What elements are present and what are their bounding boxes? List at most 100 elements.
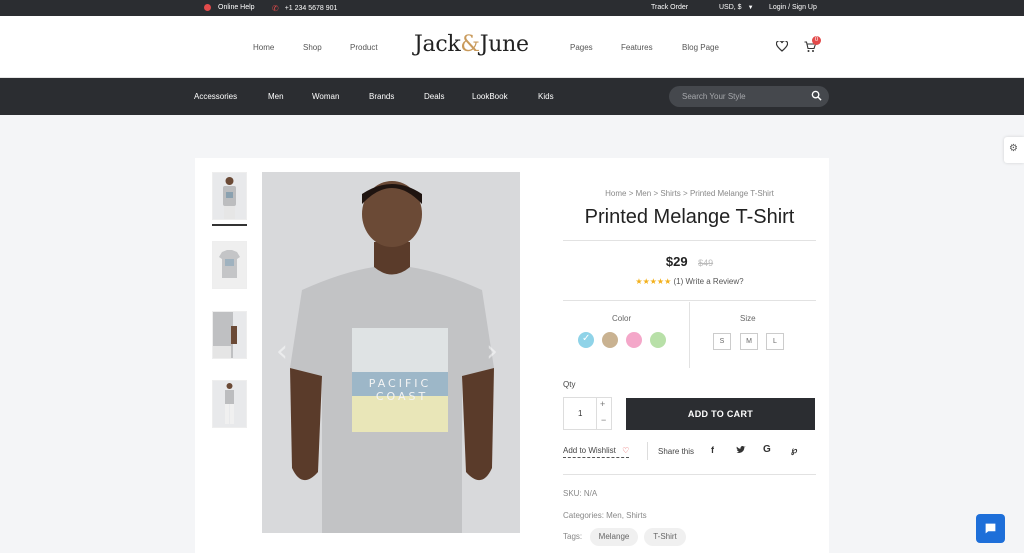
breadcrumb-sep-1: > — [628, 189, 636, 198]
login-link[interactable]: Login / Sign Up — [769, 4, 817, 11]
star-rating-icon: ★★★★★ — [635, 277, 672, 286]
cat-accessories[interactable]: Accessories — [194, 92, 237, 101]
cat-men[interactable]: Men — [268, 92, 284, 101]
qty-label: Qty — [563, 380, 576, 389]
review-count: (1) — [673, 277, 684, 286]
title-divider — [563, 240, 816, 241]
qty-increase-button[interactable]: + — [600, 399, 605, 409]
online-help-link[interactable]: Online Help — [204, 4, 255, 11]
size-option-m[interactable]: M — [740, 333, 758, 350]
help-icon — [204, 4, 211, 11]
cart-count-badge: 0 — [812, 36, 821, 45]
nav-shop[interactable]: Shop — [303, 43, 322, 52]
color-label: Color — [612, 314, 632, 323]
phone-label: +1 234 5678 901 — [284, 5, 338, 12]
top-bar: Online Help ✆ +1 234 5678 901 Track Orde… — [0, 0, 1024, 16]
chevron-down-icon: ▼ — [747, 4, 754, 11]
breadcrumb-shirts[interactable]: Shirts — [660, 189, 680, 198]
qty-value[interactable]: 1 — [578, 409, 582, 418]
search-input[interactable]: Search Your Style — [669, 86, 829, 107]
main-header: Home Shop Product Jack&June Pages Featur… — [0, 16, 1024, 78]
current-price: $29 — [665, 254, 688, 269]
product-main-image[interactable]: PACIFIC COAST ‹ › — [262, 172, 520, 533]
share-label: Share this — [658, 447, 695, 456]
nav-features[interactable]: Features — [621, 43, 653, 52]
add-to-cart-button[interactable]: ADD TO CART — [626, 398, 815, 430]
pinterest-icon[interactable]: ℘ — [791, 445, 797, 456]
rating-divider — [563, 300, 816, 301]
next-image-arrow[interactable]: › — [486, 334, 498, 369]
chat-button[interactable] — [976, 514, 1005, 543]
size-option-s[interactable]: S — [713, 333, 731, 350]
rating-row: ★★★★★ (1) Write a Review? — [563, 277, 816, 286]
cat-brands[interactable]: Brands — [369, 92, 394, 101]
nav-blog[interactable]: Blog Page — [682, 43, 719, 52]
tag-melange[interactable]: Melange — [590, 528, 638, 546]
twitter-icon[interactable] — [736, 445, 746, 454]
logo-amp: & — [460, 32, 480, 57]
wishlist-label: Add to Wishlist — [563, 446, 616, 455]
share-divider — [647, 442, 648, 460]
sku-text: SKU: N/A — [563, 489, 598, 498]
color-swatch-tan[interactable] — [602, 332, 618, 348]
site-logo[interactable]: Jack&June — [414, 32, 529, 57]
qty-decrease-button[interactable]: − — [601, 415, 606, 425]
tag-tshirt[interactable]: T-Shirt — [644, 528, 686, 546]
prev-image-arrow[interactable]: ‹ — [276, 334, 288, 369]
currency-label: USD, $ — [719, 4, 742, 11]
thumbnail-1[interactable] — [212, 172, 247, 220]
old-price: $49 — [698, 258, 714, 268]
track-order-link[interactable]: Track Order — [651, 4, 688, 11]
breadcrumb-men[interactable]: Men — [636, 189, 652, 198]
thumbnail-4[interactable] — [212, 380, 247, 428]
nav-product[interactable]: Product — [350, 43, 378, 52]
color-swatch-pink[interactable] — [626, 332, 642, 348]
gear-icon: ⚙ — [1009, 143, 1018, 154]
quantity-stepper: 1 + − — [563, 397, 612, 430]
heart-outline-icon: ♡ — [622, 446, 630, 455]
qty-divider — [596, 398, 597, 429]
heart-icon[interactable] — [776, 41, 788, 52]
search-placeholder: Search Your Style — [682, 92, 746, 101]
shirt-print-text-2: COAST — [376, 390, 428, 403]
size-label: Size — [740, 314, 756, 323]
color-swatch-blue[interactable]: ✓ — [578, 332, 594, 348]
size-option-l[interactable]: L — [766, 333, 784, 350]
breadcrumb-home[interactable]: Home — [605, 189, 626, 198]
google-icon[interactable]: G — [763, 444, 771, 455]
settings-tab[interactable]: ⚙ — [1004, 137, 1024, 163]
tags-label: Tags: — [563, 532, 583, 541]
model-photo: PACIFIC COAST — [262, 172, 520, 533]
price-block: $29 $49 — [563, 253, 816, 271]
facebook-icon[interactable]: f — [711, 445, 714, 455]
currency-select[interactable]: USD, $ ▼ — [719, 4, 754, 11]
color-swatch-green[interactable] — [650, 332, 666, 348]
category-bar: Accessories Men Woman Brands Deals LookB… — [0, 78, 1024, 115]
write-review-link[interactable]: Write a Review? — [686, 277, 744, 286]
cat-woman[interactable]: Woman — [312, 92, 339, 101]
thumbnail-3[interactable] — [212, 311, 247, 359]
cat-deals[interactable]: Deals — [424, 92, 444, 101]
breadcrumb: Home > Men > Shirts > Printed Melange T-… — [563, 189, 816, 198]
categories-text: Categories: Men, Shirts — [563, 511, 647, 520]
cat-kids[interactable]: Kids — [538, 92, 554, 101]
product-title: Printed Melange T-Shirt — [584, 206, 795, 228]
nav-home[interactable]: Home — [253, 43, 274, 52]
check-icon: ✓ — [582, 333, 591, 344]
chat-icon — [985, 523, 996, 534]
breadcrumb-current: Printed Melange T-Shirt — [689, 189, 774, 198]
online-help-label: Online Help — [218, 4, 255, 11]
share-divider-line — [563, 474, 816, 475]
add-to-wishlist-link[interactable]: Add to Wishlist ♡ — [563, 446, 630, 458]
shirt-print-text-1: PACIFIC — [369, 377, 431, 390]
active-thumb-indicator — [212, 224, 247, 226]
nav-pages[interactable]: Pages — [570, 43, 593, 52]
logo-part1: Jack — [414, 32, 461, 57]
breadcrumb-sep-3: > — [683, 189, 690, 198]
search-icon[interactable] — [811, 90, 822, 101]
cat-lookbook[interactable]: LookBook — [472, 92, 508, 101]
logo-part2: June — [479, 32, 529, 57]
phone-link[interactable]: ✆ +1 234 5678 901 — [272, 4, 337, 13]
thumbnail-2[interactable] — [212, 241, 247, 289]
phone-icon: ✆ — [272, 4, 279, 13]
